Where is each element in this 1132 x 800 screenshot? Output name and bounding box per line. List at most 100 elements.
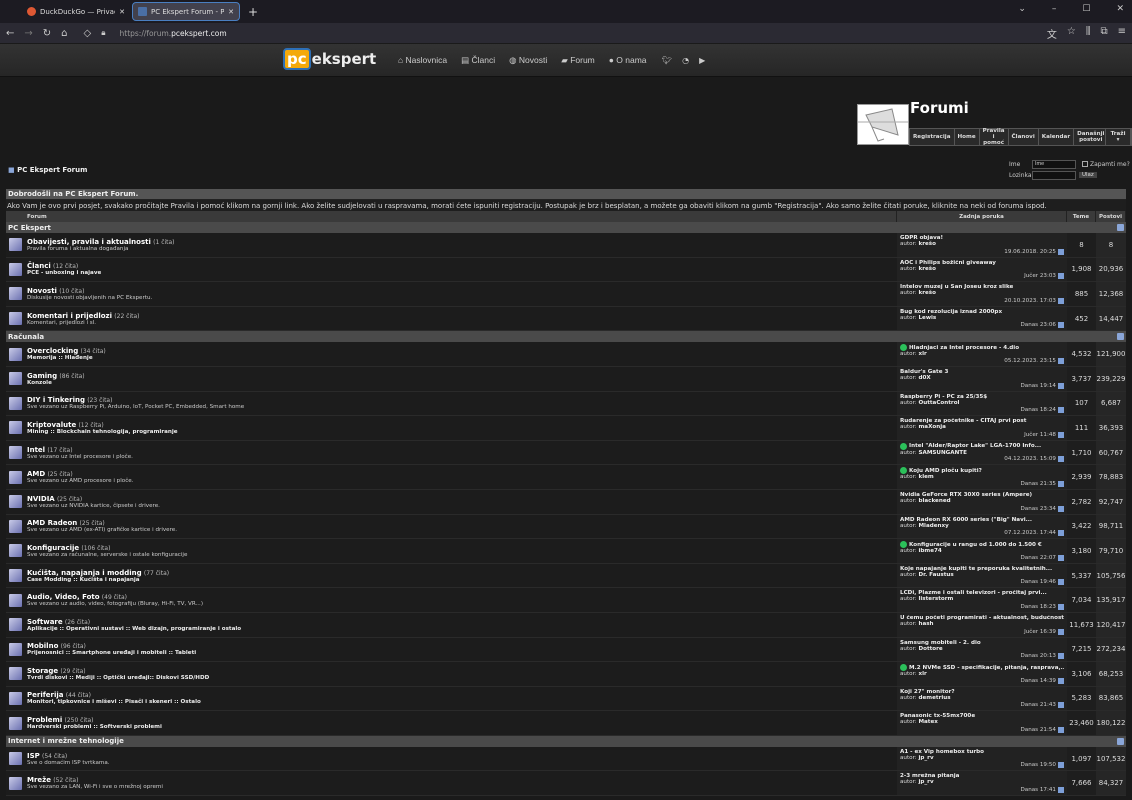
go-to-last-post-icon[interactable] bbox=[1058, 530, 1064, 537]
minimize-icon[interactable]: – bbox=[1052, 4, 1057, 14]
go-to-last-post-icon[interactable] bbox=[1058, 322, 1064, 329]
author-link[interactable]: ibme74 bbox=[918, 548, 941, 554]
nav-clanci[interactable]: ▤ Članci bbox=[461, 55, 495, 66]
go-to-last-post-icon[interactable] bbox=[1058, 653, 1064, 660]
author-link[interactable]: Dr. Faustus bbox=[918, 572, 953, 578]
author-link[interactable]: Dottore bbox=[918, 646, 942, 652]
nav-o-nama[interactable]: ● O nama bbox=[609, 55, 647, 66]
go-to-last-post-icon[interactable] bbox=[1058, 456, 1064, 463]
author-link[interactable]: OuttaControl bbox=[918, 400, 959, 406]
collapse-icon[interactable] bbox=[1117, 737, 1124, 745]
forum-link[interactable]: DIY i Tinkering bbox=[27, 396, 85, 404]
reload-icon[interactable]: ↻ bbox=[43, 28, 51, 39]
last-post-link[interactable]: M.2 NVMe SSD - specifikacije, pitanja, r… bbox=[909, 665, 1064, 671]
author-link[interactable]: listerstorm bbox=[918, 596, 953, 602]
go-to-last-post-icon[interactable] bbox=[1058, 431, 1064, 438]
forum-link[interactable]: AMD bbox=[27, 470, 45, 478]
author-link[interactable]: krešo bbox=[918, 241, 935, 247]
author-link[interactable]: krešo bbox=[918, 266, 935, 272]
go-to-last-post-icon[interactable] bbox=[1058, 273, 1064, 280]
category-header[interactable]: Računala bbox=[6, 331, 1126, 343]
address-bar[interactable]: https://forum.pcekspert.com bbox=[120, 29, 227, 38]
forward-icon[interactable]: → bbox=[24, 28, 32, 39]
link-home[interactable]: Home bbox=[954, 129, 980, 145]
link-kalendar[interactable]: Kalendar bbox=[1038, 129, 1075, 145]
forum-link[interactable]: Software bbox=[27, 618, 63, 626]
nav-naslovnica[interactable]: ⌂ Naslovnica bbox=[398, 55, 447, 66]
forum-link[interactable]: Intel bbox=[27, 446, 45, 454]
author-link[interactable]: xlr bbox=[918, 671, 926, 677]
login-button[interactable]: Ulaz bbox=[1079, 172, 1097, 178]
close-window-icon[interactable]: ✕ bbox=[1116, 4, 1124, 14]
forum-link[interactable]: Gaming bbox=[27, 372, 57, 380]
forum-link[interactable]: Storage bbox=[27, 667, 58, 675]
nav-novosti[interactable]: ◍ Novosti bbox=[509, 55, 547, 66]
forum-link[interactable]: Obavijesti, pravila i aktualnosti bbox=[27, 238, 151, 246]
maximize-icon[interactable]: ☐ bbox=[1082, 4, 1090, 14]
password-input[interactable] bbox=[1032, 170, 1076, 180]
go-to-last-post-icon[interactable] bbox=[1058, 726, 1064, 733]
last-post-link[interactable]: Intel "Alder/Raptor Lake" LGA-1700 Info.… bbox=[909, 443, 1041, 449]
go-to-last-post-icon[interactable] bbox=[1058, 787, 1064, 794]
go-to-last-post-icon[interactable] bbox=[1058, 677, 1064, 684]
category-header[interactable]: Internet i mrežne tehnologije bbox=[6, 735, 1126, 747]
extensions-icon[interactable]: ⧉ bbox=[1100, 26, 1107, 41]
forum-link[interactable]: Kriptovalute bbox=[27, 421, 76, 429]
link-danasnji[interactable]: Današnji postovi bbox=[1074, 129, 1107, 145]
forum-link[interactable]: ISP bbox=[27, 752, 40, 760]
forum-link[interactable]: NVIDIA bbox=[27, 495, 55, 503]
go-to-last-post-icon[interactable] bbox=[1058, 603, 1064, 610]
forum-link[interactable]: Komentari i prijedlozi bbox=[27, 312, 112, 320]
go-to-last-post-icon[interactable] bbox=[1058, 297, 1064, 304]
author-link[interactable]: jp_rv bbox=[918, 755, 933, 761]
author-link[interactable]: krešo bbox=[918, 290, 935, 296]
go-to-last-post-icon[interactable] bbox=[1058, 480, 1064, 487]
last-post-link[interactable]: Konfiguracije u rangu od 1.000 do 1.500 … bbox=[909, 542, 1042, 548]
author-link[interactable]: hash bbox=[918, 621, 933, 627]
go-to-last-post-icon[interactable] bbox=[1058, 579, 1064, 586]
author-link[interactable]: Matex bbox=[918, 719, 937, 725]
forum-link[interactable]: Problemi bbox=[27, 716, 62, 724]
tab-pcekspert[interactable]: PC Ekspert Forum - Podupire vB✕ bbox=[132, 2, 240, 21]
category-header[interactable]: PC Ekspert bbox=[6, 222, 1126, 233]
remember-checkbox[interactable] bbox=[1082, 161, 1088, 167]
library-icon[interactable]: ⫼ bbox=[1086, 26, 1091, 41]
go-to-last-post-icon[interactable] bbox=[1058, 554, 1064, 561]
rss-icon[interactable]: ◔ bbox=[682, 56, 689, 65]
author-link[interactable]: Mladenxy bbox=[918, 523, 948, 529]
author-link[interactable]: klem bbox=[918, 474, 933, 480]
new-tab-button[interactable]: + bbox=[248, 5, 258, 19]
home-icon[interactable]: ⌂ bbox=[61, 28, 67, 39]
forum-link[interactable]: Članci bbox=[27, 262, 51, 270]
link-registracija[interactable]: Registracija bbox=[910, 129, 955, 145]
last-post-link[interactable]: Koju AMD ploču kupiti? bbox=[909, 468, 982, 474]
username-input[interactable] bbox=[1032, 159, 1076, 169]
go-to-last-post-icon[interactable] bbox=[1058, 628, 1064, 635]
tab-duckduckgo[interactable]: DuckDuckGo — Privacy, simplified✕ bbox=[22, 2, 130, 21]
close-tab-icon[interactable]: ✕ bbox=[119, 8, 125, 16]
go-to-last-post-icon[interactable] bbox=[1058, 248, 1064, 255]
shield-icon[interactable]: ◇ bbox=[84, 28, 92, 39]
author-link[interactable]: demetrius bbox=[918, 695, 950, 701]
forum-link[interactable]: Mobilno bbox=[27, 642, 58, 650]
forum-link[interactable]: Kućišta, napajanja i modding bbox=[27, 569, 142, 577]
link-clanovi[interactable]: Članovi bbox=[1008, 129, 1039, 145]
go-to-last-post-icon[interactable] bbox=[1058, 357, 1064, 364]
author-link[interactable]: blackened bbox=[918, 498, 950, 504]
close-tab-icon[interactable]: ✕ bbox=[228, 8, 234, 16]
nav-forum[interactable]: ▰ Forum bbox=[561, 55, 594, 66]
forum-link[interactable]: Overclocking bbox=[27, 347, 78, 355]
author-link[interactable]: maXonja bbox=[918, 424, 945, 430]
last-post-link[interactable]: Hladnjaci za Intel procesore - 4.dio bbox=[909, 345, 1019, 351]
go-to-last-post-icon[interactable] bbox=[1058, 505, 1064, 512]
link-trazi[interactable]: Traži ▾ bbox=[1106, 129, 1131, 145]
go-to-last-post-icon[interactable] bbox=[1058, 762, 1064, 769]
menu-icon[interactable]: ≡ bbox=[1118, 26, 1126, 41]
go-to-last-post-icon[interactable] bbox=[1058, 382, 1064, 389]
author-link[interactable]: xlr bbox=[918, 351, 926, 357]
back-icon[interactable]: ← bbox=[6, 28, 14, 39]
author-link[interactable]: Lewis bbox=[918, 315, 936, 321]
forum-link[interactable]: Audio, Video, Foto bbox=[27, 593, 100, 601]
forum-link[interactable]: Novosti bbox=[27, 287, 57, 295]
translate-icon[interactable]: ⽂ bbox=[1047, 26, 1057, 41]
